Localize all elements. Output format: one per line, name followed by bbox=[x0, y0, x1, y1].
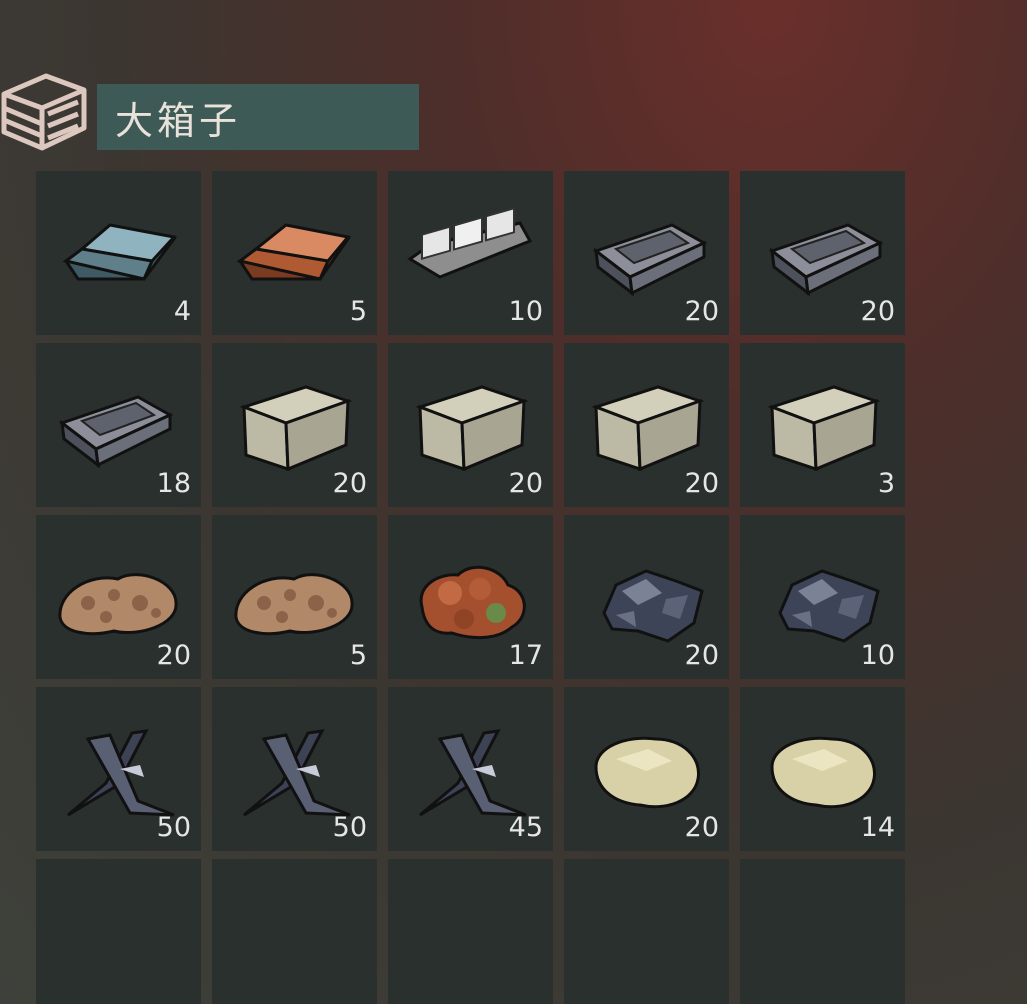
inventory-slot[interactable]: 20 bbox=[212, 343, 377, 507]
inventory-slot-empty[interactable] bbox=[388, 859, 553, 1004]
inventory-slot[interactable]: 20 bbox=[388, 343, 553, 507]
stone-block-icon bbox=[239, 385, 353, 472]
item-count: 14 bbox=[860, 812, 895, 843]
inventory-slot[interactable]: 20 bbox=[36, 515, 201, 679]
inventory-slot[interactable]: 4 bbox=[36, 171, 201, 335]
stone-block-icon bbox=[415, 385, 529, 472]
aluminum-bar-icon bbox=[407, 207, 533, 279]
steel-ingot-icon bbox=[592, 223, 708, 297]
container-title-bar: 大箱子 bbox=[97, 84, 419, 150]
limestone-icon bbox=[770, 736, 876, 809]
item-count: 20 bbox=[332, 468, 367, 499]
inventory-slot[interactable]: 17 bbox=[388, 515, 553, 679]
inventory-slot[interactable]: 14 bbox=[740, 687, 905, 851]
item-count: 20 bbox=[860, 296, 895, 327]
metal-scrap-icon bbox=[243, 729, 351, 817]
inventory-slot[interactable]: 10 bbox=[740, 515, 905, 679]
steel-ingot-icon bbox=[58, 395, 174, 469]
inventory-slot[interactable]: 20 bbox=[564, 171, 729, 335]
item-count: 5 bbox=[349, 640, 367, 671]
inventory-slot[interactable]: 3 bbox=[740, 343, 905, 507]
container-title: 大箱子 bbox=[115, 98, 242, 143]
item-count: 5 bbox=[349, 296, 367, 327]
chest-icon bbox=[1, 73, 87, 151]
inventory-slot[interactable]: 50 bbox=[212, 687, 377, 851]
inventory-slot[interactable]: 20 bbox=[564, 687, 729, 851]
item-count: 4 bbox=[173, 296, 191, 327]
inventory-slot[interactable]: 5 bbox=[212, 515, 377, 679]
item-count: 10 bbox=[860, 640, 895, 671]
inventory-slot-empty[interactable] bbox=[740, 859, 905, 1004]
item-count: 20 bbox=[508, 468, 543, 499]
metal-scrap-icon bbox=[419, 729, 527, 817]
item-count: 50 bbox=[156, 812, 191, 843]
copper-ore-icon bbox=[419, 565, 526, 640]
coal-ore-icon bbox=[602, 569, 704, 643]
inventory-slot[interactable]: 45 bbox=[388, 687, 553, 851]
coal-ore-icon bbox=[778, 569, 880, 643]
inventory-slot-empty[interactable] bbox=[564, 859, 729, 1004]
item-count: 20 bbox=[684, 296, 719, 327]
item-count: 18 bbox=[156, 468, 191, 499]
stone-block-icon bbox=[591, 385, 705, 472]
item-count: 3 bbox=[877, 468, 895, 499]
item-count: 45 bbox=[508, 812, 543, 843]
steel-ingot-icon bbox=[768, 223, 884, 297]
copper-ingot-icon bbox=[236, 223, 351, 281]
item-count: 20 bbox=[684, 468, 719, 499]
inventory-slot-empty[interactable] bbox=[212, 859, 377, 1004]
inventory-slot[interactable]: 18 bbox=[36, 343, 201, 507]
inventory-slot[interactable]: 10 bbox=[388, 171, 553, 335]
inventory-slot[interactable]: 50 bbox=[36, 687, 201, 851]
inventory-slot-empty[interactable] bbox=[36, 859, 201, 1004]
iron-ore-icon bbox=[58, 573, 178, 636]
item-count: 10 bbox=[508, 296, 543, 327]
metal-scrap-icon bbox=[67, 729, 175, 817]
item-count: 20 bbox=[684, 812, 719, 843]
item-count: 20 bbox=[684, 640, 719, 671]
inventory-slot[interactable]: 5 bbox=[212, 171, 377, 335]
inventory-slot[interactable]: 20 bbox=[564, 515, 729, 679]
limestone-icon bbox=[594, 736, 700, 809]
stone-block-icon bbox=[767, 385, 881, 472]
item-count: 17 bbox=[508, 640, 543, 671]
inventory-slot[interactable]: 20 bbox=[564, 343, 729, 507]
inventory-slot[interactable]: 20 bbox=[740, 171, 905, 335]
item-count: 20 bbox=[156, 640, 191, 671]
iron-ore-icon bbox=[234, 573, 354, 636]
item-count: 50 bbox=[332, 812, 367, 843]
iron-ingot-icon bbox=[62, 223, 177, 281]
